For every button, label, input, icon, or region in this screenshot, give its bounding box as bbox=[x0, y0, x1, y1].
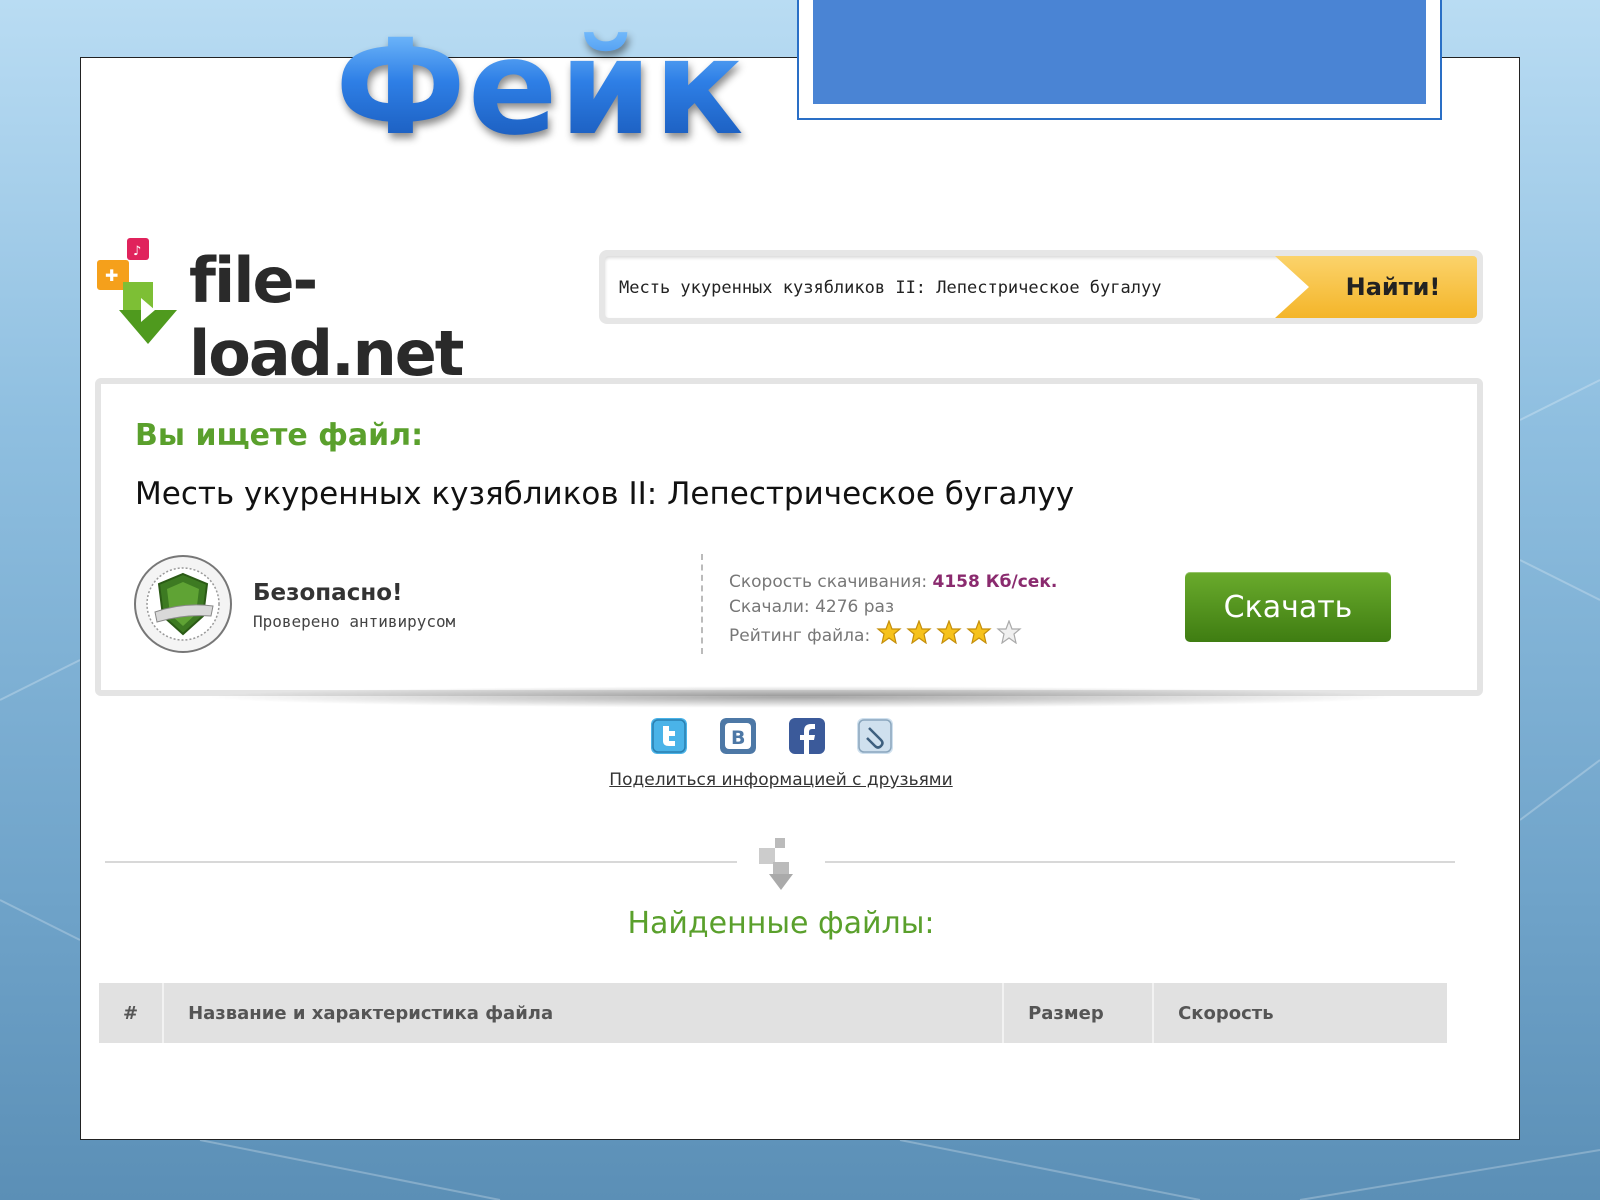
column-size: Размер bbox=[1003, 983, 1155, 1043]
column-name: Название и характеристика файла bbox=[163, 983, 1005, 1043]
safe-title: Безопасно! bbox=[253, 580, 403, 606]
svg-text:В: В bbox=[731, 727, 745, 749]
column-speed: Скорость bbox=[1153, 983, 1447, 1043]
panel-divider bbox=[701, 554, 703, 654]
svg-text:♪: ♪ bbox=[133, 244, 141, 259]
twitter-icon[interactable] bbox=[651, 718, 687, 754]
share-link[interactable]: Поделиться информацией с друзьями bbox=[541, 770, 1021, 790]
svg-text:✚: ✚ bbox=[105, 266, 118, 285]
site-logo[interactable]: ♪ ✚ file-load.net bbox=[97, 238, 577, 390]
facebook-icon[interactable] bbox=[789, 718, 825, 754]
divider-logo-icon bbox=[759, 838, 793, 890]
results-header-row: # Название и характеристика файла Размер… bbox=[99, 983, 1447, 1043]
title-placeholder-fill bbox=[813, 0, 1426, 104]
file-stats: Скорость скачивания: 4158 Кб/сек. Скачал… bbox=[729, 570, 1057, 652]
rating-label: Рейтинг файла: bbox=[729, 626, 871, 646]
logo-text: file-load.net bbox=[189, 244, 464, 390]
column-number: # bbox=[99, 983, 165, 1043]
website-screenshot: ♪ ✚ file-load.net Найти! Вы ищете файл: … bbox=[80, 57, 1520, 1140]
share-icons: В bbox=[651, 718, 911, 760]
star-filled-icon bbox=[875, 619, 902, 645]
search-bar: Найти! bbox=[599, 250, 1483, 324]
screenshot-crop-edge bbox=[81, 1066, 1519, 1139]
antivirus-badge-icon bbox=[134, 555, 232, 653]
looking-for-label: Вы ищете файл: bbox=[135, 418, 424, 453]
results-table: # Название и характеристика файла Размер… bbox=[99, 983, 1447, 1043]
slide-title: Фейк bbox=[335, 11, 746, 165]
star-filled-icon bbox=[905, 619, 932, 645]
rating-row: Рейтинг файла: bbox=[729, 619, 1057, 652]
title-placeholder-box bbox=[797, 0, 1442, 120]
download-button[interactable]: Скачать bbox=[1185, 572, 1391, 642]
safe-subtitle: Проверено антивирусом bbox=[253, 612, 456, 631]
search-input[interactable] bbox=[617, 256, 1261, 320]
search-button[interactable]: Найти! bbox=[1275, 256, 1477, 318]
downloads-count: Скачали: 4276 раз bbox=[729, 597, 894, 617]
logo-icon: ♪ ✚ bbox=[97, 238, 177, 344]
rating-stars bbox=[875, 619, 1026, 652]
star-filled-icon bbox=[935, 619, 962, 645]
star-empty-icon bbox=[995, 619, 1022, 645]
file-name: Месть укуренных кузябликов II: Лепестрич… bbox=[135, 476, 1075, 512]
speed-label: Скорость скачивания: bbox=[729, 572, 928, 592]
speed-row: Скорость скачивания: 4158 Кб/сек. bbox=[729, 570, 1057, 595]
panel-shadow bbox=[201, 686, 1401, 708]
star-filled-icon bbox=[965, 619, 992, 645]
section-divider-right bbox=[825, 861, 1455, 863]
file-info-panel: Вы ищете файл: Месть укуренных кузяблико… bbox=[95, 378, 1483, 696]
search-inner: Найти! bbox=[605, 256, 1477, 320]
found-files-title: Найденные файлы: bbox=[627, 906, 935, 941]
section-divider-left bbox=[105, 861, 737, 863]
speed-value: 4158 Кб/сек. bbox=[932, 572, 1058, 592]
vkontakte-icon[interactable]: В bbox=[720, 718, 756, 754]
link-icon[interactable] bbox=[857, 718, 893, 754]
